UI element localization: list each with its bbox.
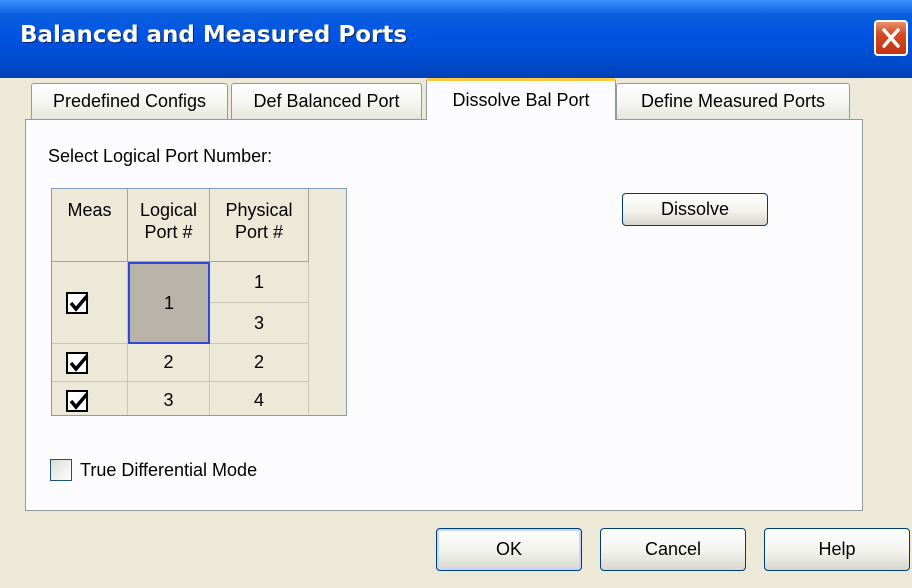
physical-port-cell[interactable]: 2 — [210, 344, 309, 382]
button-label: OK — [495, 539, 522, 559]
table-row-meas-cell[interactable] — [52, 262, 128, 344]
button-label: Help — [818, 539, 856, 559]
table-row-meas-cell[interactable] — [52, 344, 128, 382]
help-button[interactable]: Help — [764, 528, 910, 571]
cell-value: 4 — [253, 390, 264, 410]
true-differential-mode-label: True Differential Mode — [80, 459, 258, 480]
header-label-line2: Port # — [144, 222, 193, 242]
column-header-meas[interactable]: Meas — [52, 189, 128, 262]
tab-dissolve-bal-port[interactable]: Dissolve Bal Port — [426, 78, 616, 120]
tab-def-balanced-port[interactable]: Def Balanced Port — [231, 83, 422, 119]
checkmark-icon — [69, 392, 89, 410]
window-title: Balanced and Measured Ports — [20, 22, 408, 48]
ok-button[interactable]: OK — [436, 528, 582, 571]
button-label: Dissolve — [660, 199, 730, 219]
select-port-label: Select Logical Port Number: — [48, 146, 273, 166]
tab-label: Dissolve Bal Port — [452, 90, 590, 110]
tab-label: Define Measured Ports — [640, 91, 826, 111]
tab-label: Def Balanced Port — [253, 91, 400, 111]
column-header-logical[interactable]: Logical Port # — [128, 189, 210, 262]
checkmark-icon — [69, 294, 89, 312]
header-label-line1: Logical — [139, 200, 198, 220]
tab-label: Predefined Configs — [52, 91, 207, 111]
dissolve-button[interactable]: Dissolve — [622, 193, 768, 226]
cell-value: 3 — [163, 390, 174, 410]
close-icon — [882, 28, 900, 48]
port-grid[interactable]: Meas Logical Port # Physical Port # 1 1 … — [51, 188, 347, 416]
physical-port-cell[interactable]: 3 — [210, 303, 309, 344]
table-row-meas-cell[interactable] — [52, 382, 128, 415]
meas-checkbox[interactable] — [66, 389, 89, 412]
cell-value: 3 — [253, 312, 264, 333]
physical-port-cell[interactable]: 4 — [210, 382, 309, 415]
title-bar[interactable]: Balanced and Measured Ports — [0, 0, 912, 78]
logical-port-cell-selected[interactable]: 1 — [128, 262, 210, 344]
physical-port-cell[interactable]: 1 — [210, 262, 309, 303]
checkmark-icon — [69, 354, 89, 372]
column-header-physical[interactable]: Physical Port # — [210, 189, 309, 262]
logical-port-cell[interactable]: 2 — [128, 344, 210, 382]
dialog-window: Balanced and Measured Ports Predefined C… — [0, 0, 912, 588]
close-button[interactable] — [874, 20, 908, 56]
cell-value: 2 — [163, 352, 174, 372]
cell-value: 2 — [253, 352, 264, 372]
tab-predefined-configs[interactable]: Predefined Configs — [31, 83, 228, 119]
true-differential-mode-checkbox[interactable] — [50, 459, 72, 481]
cell-value: 1 — [163, 292, 174, 313]
logical-port-cell[interactable]: 3 — [128, 382, 210, 415]
meas-checkbox[interactable] — [66, 291, 89, 314]
grid-empty-area — [309, 189, 346, 415]
cell-value: 1 — [253, 271, 264, 292]
cancel-button[interactable]: Cancel — [600, 528, 746, 571]
header-label-line1: Physical — [225, 200, 293, 220]
meas-checkbox[interactable] — [66, 351, 89, 374]
header-label-line2: Port # — [234, 222, 284, 242]
tab-define-measured-ports[interactable]: Define Measured Ports — [616, 83, 850, 119]
button-label: Cancel — [644, 539, 702, 559]
header-label: Meas — [67, 200, 112, 220]
true-differential-mode-row[interactable]: True Differential Mode — [50, 459, 257, 481]
